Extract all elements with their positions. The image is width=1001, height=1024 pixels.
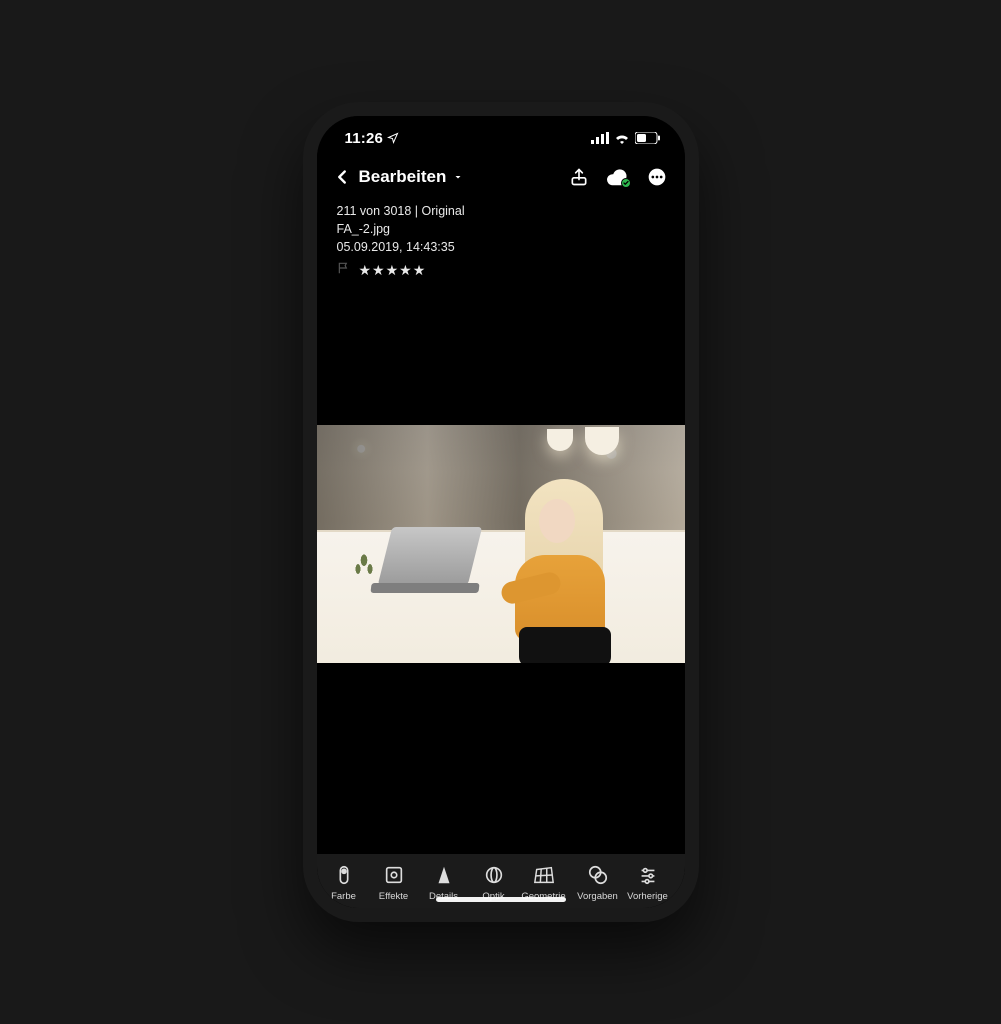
header-left: Bearbeiten [331,166,465,188]
header-title[interactable]: Bearbeiten [359,167,447,187]
photo-filename: FA_-2.jpg [337,220,665,238]
tool-label: Vorherige [627,891,668,902]
tool-zurueck[interactable]: Zurück [673,864,699,902]
cellular-signal-icon [591,132,609,144]
status-time: 11:26 [345,130,384,147]
app-header: Bearbeiten [317,160,685,196]
home-indicator[interactable] [436,897,566,902]
photo-datetime: 05.09.2019, 14:43:35 [337,238,665,256]
more-options-icon[interactable] [647,167,667,187]
star-rating[interactable]: ★★★★★ [359,260,427,280]
photo-counter: 211 von 3018 | Original [337,202,665,220]
status-right [591,132,661,144]
photo-content [317,425,685,663]
battery-icon [635,132,661,144]
tool-vorgaben[interactable]: Vorgaben [573,864,623,902]
cloud-sync-icon[interactable] [607,168,629,186]
tool-farbe[interactable]: Farbe [319,864,369,902]
tool-label: Effekte [379,891,408,902]
tool-vorherige[interactable]: Vorherige [623,864,673,902]
tool-label: Zurück [680,891,699,902]
tool-label: Vorgaben [577,891,618,902]
app-screen: 11:26 Bearbeiten [317,116,685,908]
photo-viewport[interactable] [317,285,685,854]
tool-effekte[interactable]: Effekte [369,864,419,902]
rating-row: ★★★★★ [337,260,665,280]
location-arrow-icon [387,132,399,144]
back-chevron-icon[interactable] [331,166,353,188]
dropdown-caret-icon[interactable] [452,171,464,183]
share-icon[interactable] [569,167,589,187]
phone-frame: 11:26 Bearbeiten [303,102,699,922]
header-right [569,167,667,187]
tool-label: Farbe [331,891,356,902]
status-left: 11:26 [345,130,400,147]
flag-icon[interactable] [337,260,351,280]
wifi-icon [614,132,630,144]
photo-meta: 211 von 3018 | Original FA_-2.jpg 05.09.… [317,196,685,285]
phone-notch [406,116,596,144]
